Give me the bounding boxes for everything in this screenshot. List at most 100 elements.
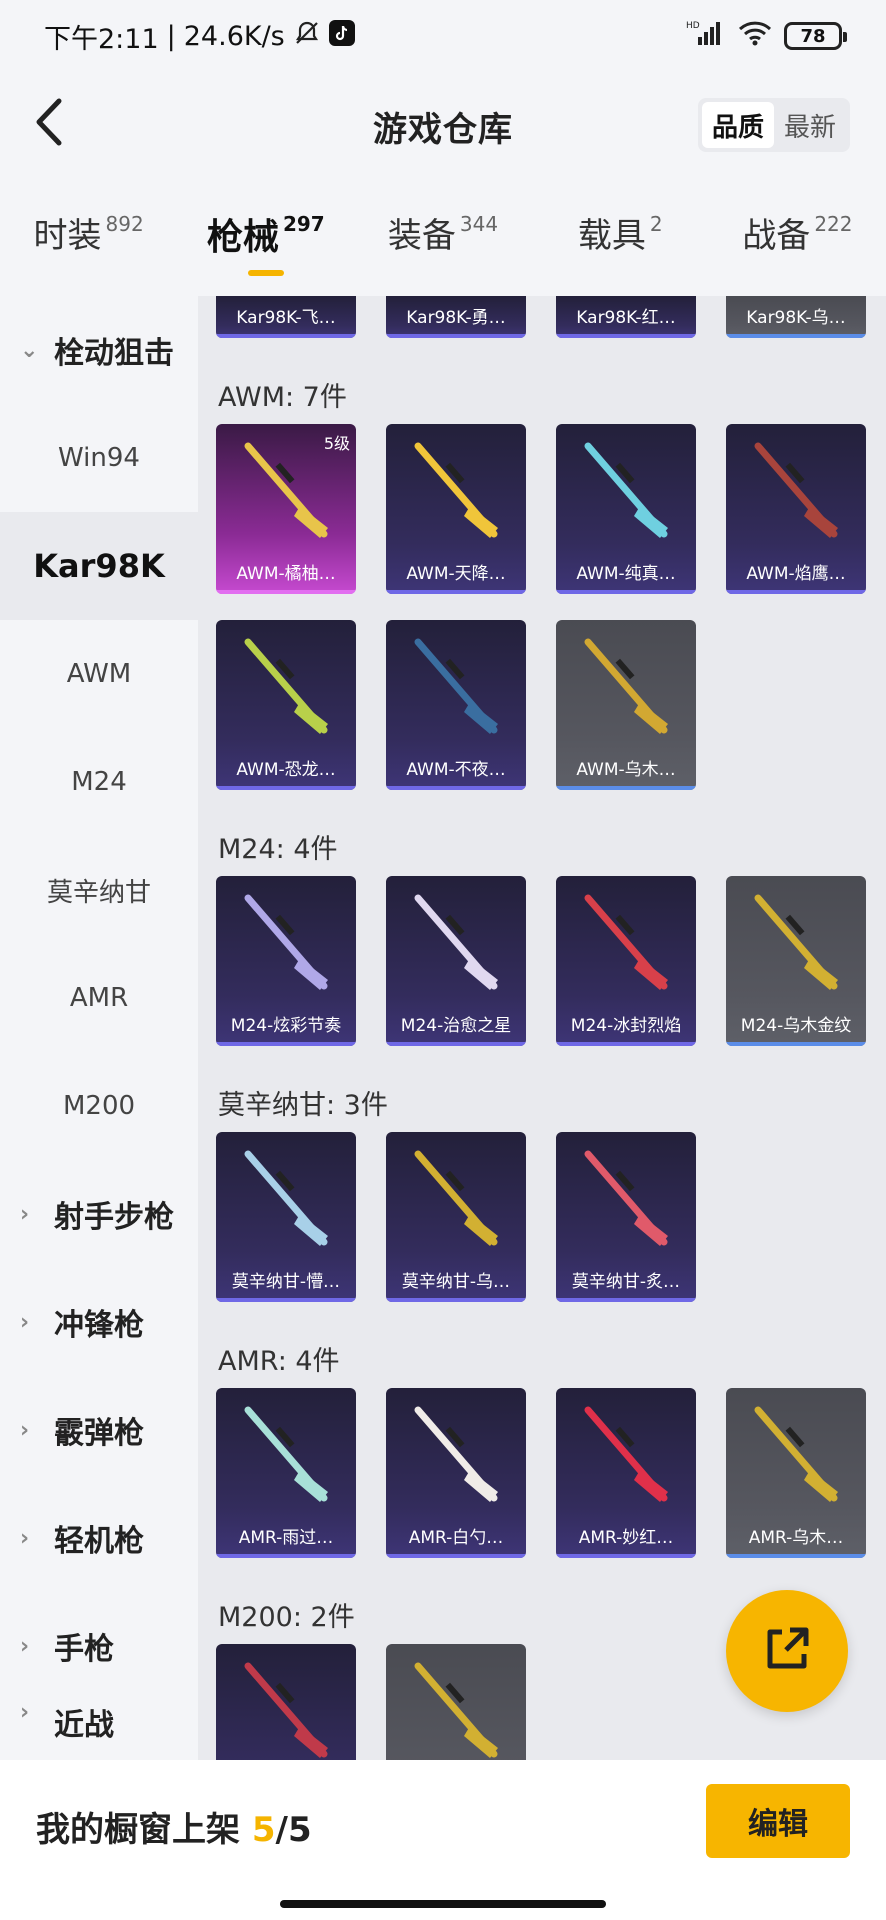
sections-container: AWM: 7件 5级 AWM-橘柚… AWM-天降… AWM-纯真… AWM-焰鹰… AWM…: [198, 364, 886, 1760]
sidebar-item-m200[interactable]: M200: [0, 1052, 198, 1160]
edit-button[interactable]: 编辑: [706, 1784, 850, 1858]
chevron-right-icon: ›: [20, 1700, 30, 1725]
rifle-icon: [244, 1662, 328, 1758]
showcase-label: 我的橱窗上架: [36, 1810, 240, 1850]
sort-option-newest[interactable]: 最新: [774, 102, 846, 148]
item-card[interactable]: M24-炫彩节奏: [216, 876, 356, 1046]
chevron-right-icon: ›: [20, 1309, 30, 1335]
rifle-icon: [244, 1406, 328, 1502]
item-card[interactable]: 莫辛纳甘-乌…: [386, 1132, 526, 1302]
item-name: AMR-白勺…: [408, 1527, 504, 1548]
sidebar-item-m24[interactable]: M24: [0, 728, 198, 836]
tab-vehicles[interactable]: 载具 2: [532, 208, 709, 288]
rifle-icon: [414, 638, 498, 734]
svg-text:HD: HD: [686, 21, 700, 31]
tab-fashion[interactable]: 时装 892: [0, 208, 177, 288]
section-title: 莫辛纳甘: 3件: [218, 1089, 388, 1121]
item-name: AMR-妙红…: [578, 1527, 674, 1548]
sidebar-item-pistol[interactable]: › 手枪: [0, 1592, 198, 1700]
sidebar-item-kar98k[interactable]: Kar98K: [0, 512, 198, 620]
item-card[interactable]: M24-乌木金纹: [726, 876, 866, 1046]
sidebar-item-dmr[interactable]: › 射手步枪: [0, 1160, 198, 1268]
item-card[interactable]: 莫辛纳甘-炙…: [556, 1132, 696, 1302]
rifle-icon: [584, 1150, 668, 1246]
sidebar-item-lmg[interactable]: › 轻机枪: [0, 1484, 198, 1592]
item-card[interactable]: M24-冰封烈焰: [556, 876, 696, 1046]
tab-count: 892: [105, 212, 144, 236]
item-card[interactable]: AWM-乌木…: [556, 620, 696, 790]
status-time: 下午2:11: [44, 23, 159, 55]
rifle-icon: [754, 894, 838, 990]
item-grid: Kar98K-飞… Kar98K-勇… Kar98K-红… Kar98K-乌… …: [198, 296, 886, 1760]
item-card[interactable]: 莫辛纳甘-懵…: [216, 1132, 356, 1302]
tab-label: 载具: [577, 216, 646, 256]
sidebar-item-amr[interactable]: AMR: [0, 944, 198, 1052]
tab-equipment[interactable]: 装备 344: [354, 208, 531, 288]
item-card[interactable]: AWM-恐龙…: [216, 620, 356, 790]
item-card[interactable]: AWM-天降…: [386, 424, 526, 594]
sidebar-item-shotgun[interactable]: › 霰弹枪: [0, 1376, 198, 1484]
showcase-status: 我的橱窗上架 5/5: [36, 1802, 312, 1851]
tab-guns[interactable]: 枪械 297: [177, 208, 354, 288]
tab-count: 297: [282, 212, 325, 236]
item-name: Kar98K-勇…: [406, 307, 506, 328]
sidebar-item-melee[interactable]: › 近战: [0, 1700, 198, 1760]
section-title: AMR: 4件: [218, 1345, 340, 1377]
sidebar-item-mosin[interactable]: 莫辛纳甘: [0, 836, 198, 944]
rifle-icon: [584, 894, 668, 990]
sidebar-item-label: 近战: [54, 1708, 114, 1743]
item-card[interactable]: AMR-妙红…: [556, 1388, 696, 1558]
item-card[interactable]: Kar98K-乌…: [726, 296, 866, 338]
sidebar-item-awm[interactable]: AWM: [0, 620, 198, 728]
item-name: Kar98K-红…: [576, 307, 676, 328]
tab-count: 222: [814, 212, 853, 236]
item-card[interactable]: M200-惊鸿…: [216, 1644, 356, 1760]
item-card[interactable]: 5级 AWM-橘柚…: [216, 424, 356, 594]
item-card[interactable]: M200-乌木…: [386, 1644, 526, 1760]
item-card[interactable]: AMR-白勺…: [386, 1388, 526, 1558]
item-name: AMR-雨过…: [238, 1527, 334, 1548]
item-card[interactable]: Kar98K-勇…: [386, 296, 526, 338]
item-card[interactable]: M24-治愈之星: [386, 876, 526, 1046]
item-card[interactable]: Kar98K-飞…: [216, 296, 356, 338]
item-name: 莫辛纳甘-炙…: [571, 1271, 681, 1292]
rifle-icon: [244, 638, 328, 734]
item-card[interactable]: AWM-纯真…: [556, 424, 696, 594]
share-button[interactable]: [726, 1590, 848, 1712]
item-name: AWM-不夜…: [406, 759, 506, 780]
item-card[interactable]: AWM-焰鹰…: [726, 424, 866, 594]
tab-label: 战备: [742, 216, 811, 256]
sidebar-item-label: 射手步枪: [54, 1200, 174, 1235]
item-card[interactable]: Kar98K-红…: [556, 296, 696, 338]
item-name: AWM-纯真…: [576, 563, 676, 584]
rifle-icon: [754, 442, 838, 538]
tab-supplies[interactable]: 战备 222: [709, 208, 886, 288]
status-right: HD 78: [686, 19, 847, 54]
sort-option-quality[interactable]: 品质: [701, 102, 774, 148]
item-name: Kar98K-飞…: [236, 307, 336, 328]
sidebar-item-win94[interactable]: Win94: [0, 404, 198, 512]
rifle-icon: [414, 1150, 498, 1246]
item-name: AWM-橘柚…: [236, 563, 336, 584]
item-name: M24-冰封烈焰: [570, 1015, 682, 1036]
showcase-sep: /: [275, 1810, 288, 1850]
sidebar-item-bolt-action[interactable]: ⌄ 栓动狙击: [0, 296, 198, 404]
category-tabs: 时装 892 枪械 297 装备 344 载具 2 战备 222: [0, 208, 886, 288]
status-divider: |: [166, 20, 176, 52]
item-card[interactable]: AMR-乌木…: [726, 1388, 866, 1558]
item-name: M24-治愈之星: [400, 1015, 512, 1036]
level-badge: 5级: [323, 434, 350, 453]
rifle-icon: [414, 1406, 498, 1502]
item-card[interactable]: AMR-雨过…: [216, 1388, 356, 1558]
item-name: AMR-乌木…: [748, 1527, 844, 1548]
chevron-right-icon: ›: [20, 1633, 30, 1659]
sidebar-item-label: 轻机枪: [54, 1524, 144, 1559]
wifi-icon: [738, 20, 772, 53]
home-indicator[interactable]: [280, 1900, 606, 1908]
item-card[interactable]: AWM-不夜…: [386, 620, 526, 790]
sidebar-item-smg[interactable]: › 冲锋枪: [0, 1268, 198, 1376]
sidebar-item-label: 手枪: [54, 1632, 114, 1667]
item-name: AWM-乌木…: [576, 759, 676, 780]
sidebar-item-label: 栓动狙击: [54, 336, 174, 371]
status-bar: 下午2:11 | 24.6K/s HD 78: [0, 0, 886, 72]
